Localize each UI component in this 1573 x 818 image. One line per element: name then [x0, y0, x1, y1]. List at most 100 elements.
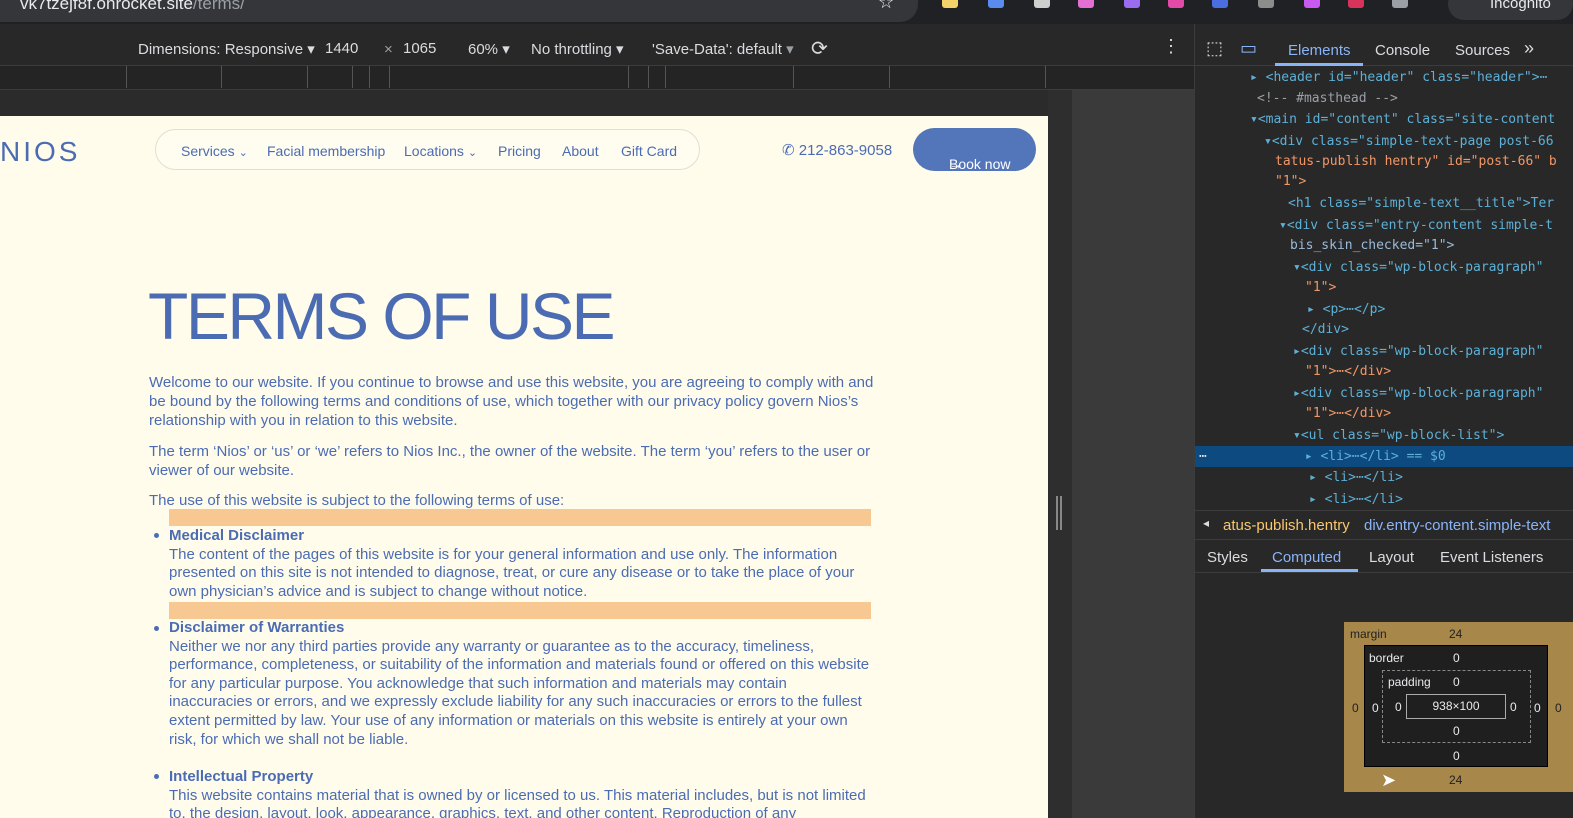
dom-node[interactable]: ▸<div class="wp-block-paragraph" [1293, 383, 1543, 404]
height-input[interactable]: 1065 [403, 40, 436, 57]
margin-top-value[interactable]: 24 [1449, 627, 1462, 641]
extension-icon[interactable] [1034, 0, 1050, 8]
definition-paragraph: The term ‘Nios’ or ‘us’ or ‘we’ refers t… [149, 443, 871, 479]
incognito-indicator[interactable]: Incognito [1448, 0, 1573, 20]
active-tab-underline [1275, 63, 1363, 66]
extension-icon[interactable] [988, 0, 1004, 8]
padding-label: padding [1388, 675, 1431, 689]
inspect-icon[interactable]: ⬚ [1206, 38, 1223, 59]
margin-bottom-value[interactable]: 24 [1449, 773, 1462, 787]
tab-styles[interactable]: Styles [1207, 549, 1248, 566]
emulated-page: NIOS Services ⌄ Facial membership Locati… [0, 116, 1048, 818]
list-bullet [154, 533, 159, 538]
resize-handle[interactable] [1056, 496, 1062, 530]
dom-comment[interactable]: <!-- #masthead --> [1257, 88, 1398, 109]
book-now-button[interactable]: Book now → [913, 128, 1036, 172]
padding-right-value[interactable]: 0 [1510, 700, 1517, 714]
device-toggle-icon[interactable]: ▭ [1240, 38, 1257, 59]
chevron-down-icon: ⌄ [467, 147, 478, 159]
extension-icon[interactable] [1168, 0, 1184, 8]
padding-bottom-value[interactable]: 0 [1453, 724, 1460, 738]
sidebar-tabs: Styles Computed Layout Event Listeners [1195, 541, 1573, 573]
throttling-value: No throttling [531, 41, 612, 58]
margin-left-value[interactable]: 0 [1352, 701, 1359, 715]
media-query-ruler[interactable] [0, 66, 1194, 90]
save-data-dropdown[interactable]: 'Save-Data': default ▾ [652, 40, 794, 58]
bookmark-star-icon[interactable]: ☆ [878, 0, 894, 13]
tab-sources[interactable]: Sources [1455, 42, 1510, 59]
elements-tree: ▸ <header id="header" class="header">⋯ <… [1195, 67, 1573, 510]
dom-node[interactable]: ▸ <p>⋯</p> [1307, 299, 1385, 320]
box-model-content[interactable]: 938×100 [1406, 694, 1506, 719]
dom-attr-continuation: "1"> [1275, 174, 1307, 189]
chevron-down-icon: ⌄ [238, 147, 248, 159]
url-host: vk7tzejf8f.onrocket.site [20, 0, 193, 13]
nav-item-about[interactable]: About [562, 143, 599, 159]
breadcrumb-item[interactable]: div.entry-content.simple-text [1364, 517, 1550, 534]
extension-icon[interactable] [942, 0, 958, 8]
more-options-icon[interactable]: ⋮ [1162, 36, 1180, 57]
extension-icon[interactable] [1348, 0, 1364, 8]
url-text[interactable]: vk7tzejf8f.onrocket.site/terms/ [20, 0, 245, 14]
nav-item-facial-membership[interactable]: Facial membership [267, 143, 385, 159]
dom-node[interactable]: ▸ <header id="header" class="header">⋯ [1250, 67, 1547, 88]
extension-icon[interactable] [1078, 0, 1094, 8]
dom-node[interactable]: </div> [1302, 319, 1349, 340]
terms-lead-paragraph: The use of this website is subject to th… [149, 492, 565, 509]
dom-node-selected[interactable]: ⋯ ▸ <li>⋯</li> == $0 [1195, 446, 1573, 467]
border-left-value[interactable]: 0 [1372, 701, 1379, 715]
dom-node[interactable]: ▸<div class="wp-block-paragraph" [1293, 341, 1543, 362]
breadcrumb-item[interactable]: atus-publish.hentry [1223, 517, 1350, 534]
extension-icon[interactable] [1212, 0, 1228, 8]
rotate-icon[interactable]: ⟳ [811, 36, 828, 61]
dom-node[interactable]: ▾<div class="entry-content simple-t [1279, 215, 1553, 236]
nav-item-locations[interactable]: Locations ⌄ [404, 143, 477, 159]
times-sign: × [384, 41, 393, 58]
nav-item-services[interactable]: Services ⌄ [181, 143, 248, 159]
viewport-side-gutter [1048, 90, 1072, 818]
width-input[interactable]: 1440 [325, 40, 358, 57]
dom-node[interactable]: ▾<ul class="wp-block-list"> [1293, 425, 1504, 446]
padding-top-value[interactable]: 0 [1453, 675, 1460, 689]
dom-node[interactable]: ▸ <li>⋯</li> [1309, 489, 1403, 510]
main-nav: Services ⌄ Facial membership Locations ⌄… [155, 129, 700, 170]
throttling-dropdown[interactable]: No throttling ▾ [531, 40, 624, 58]
border-right-value[interactable]: 0 [1534, 701, 1541, 715]
extension-icon[interactable] [1304, 0, 1320, 8]
tab-console[interactable]: Console [1375, 42, 1430, 59]
list-item-heading: Intellectual Property [169, 768, 314, 785]
list-item-body: This website contains material that is o… [169, 786, 866, 818]
list-item-heading: Medical Disclaimer [169, 527, 305, 544]
tab-elements[interactable]: Elements [1288, 42, 1351, 59]
dom-node[interactable]: ▾<div class="simple-text-page post-66 [1264, 131, 1554, 152]
dom-node[interactable]: ▾<div class="wp-block-paragraph" [1293, 257, 1543, 278]
arrow-right-icon: → [949, 156, 963, 172]
border-bottom-value[interactable]: 0 [1453, 749, 1460, 763]
dom-node[interactable]: ▾<main id="content" class="site-content [1250, 109, 1555, 130]
extension-icon[interactable] [1124, 0, 1140, 8]
scroll-left-icon[interactable]: ◂ [1203, 516, 1209, 530]
dimensions-dropdown[interactable]: Dimensions: Responsive ▾ [138, 40, 315, 58]
dom-node[interactable]: ▸ <li>⋯</li> [1309, 467, 1403, 488]
breadcrumb: ◂ atus-publish.hentry div.entry-content.… [1195, 510, 1573, 540]
nav-item-pricing[interactable]: Pricing [498, 143, 541, 159]
page-title: TERMS OF USE [148, 279, 616, 353]
puzzle-icon[interactable] [1392, 0, 1408, 8]
nav-label: Locations [404, 143, 464, 159]
tab-computed[interactable]: Computed [1272, 549, 1341, 566]
margin-right-value[interactable]: 0 [1555, 701, 1562, 715]
zoom-dropdown[interactable]: 60% ▾ [468, 40, 510, 58]
mouse-cursor-icon: ➤ [1381, 770, 1397, 790]
padding-left-value[interactable]: 0 [1395, 700, 1402, 714]
nav-item-gift-card[interactable]: Gift Card [621, 143, 677, 159]
dom-node[interactable]: <h1 class="simple-text__title">Ter [1288, 193, 1554, 214]
tab-layout[interactable]: Layout [1369, 549, 1414, 566]
save-data-value: 'Save-Data': default [652, 41, 782, 58]
site-logo[interactable]: NIOS [0, 136, 80, 168]
border-top-value[interactable]: 0 [1453, 651, 1460, 665]
margin-highlight-top [169, 509, 871, 526]
tab-event-listeners[interactable]: Event Listeners [1440, 549, 1543, 566]
phone-link[interactable]: ✆ 212-863-9058 [782, 141, 892, 159]
extension-icon[interactable] [1258, 0, 1274, 8]
more-tabs-icon[interactable]: » [1524, 38, 1534, 59]
